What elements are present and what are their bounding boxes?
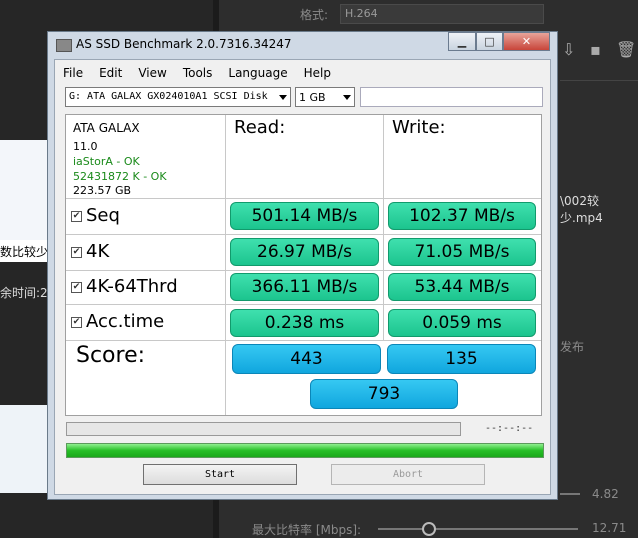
slider-track[interactable] [560, 493, 580, 495]
test-label-cell-4k: ✔ 4K [66, 235, 226, 271]
read-result-seq: 501.14 MB/s [230, 202, 379, 230]
abort-button[interactable]: Abort [331, 464, 485, 485]
slider-value-1: 4.82 [592, 487, 619, 501]
score-label-cell: Score: [66, 341, 226, 415]
drive-capacity: 223.57 GB [73, 184, 132, 197]
background-separator [560, 80, 638, 81]
score-read: 443 [232, 344, 381, 374]
read-cell-seq: 501.14 MB/s [226, 199, 384, 235]
chat-icon[interactable]: ▪ [590, 40, 601, 59]
window-title: AS SSD Benchmark 2.0.7316.34247 [76, 37, 292, 51]
drive-firmware: 11.0 [73, 140, 98, 153]
info-textbox[interactable] [360, 87, 543, 107]
read-result-acctime: 0.238 ms [230, 309, 379, 337]
read-cell-acctime: 0.238 ms [226, 305, 384, 341]
menu-edit[interactable]: Edit [91, 64, 130, 84]
as-ssd-window: AS SSD Benchmark 2.0.7316.34247 ▁ □ ✕ Fi… [47, 31, 558, 500]
test-label-cell-acctime: ✔ Acc.time [66, 305, 226, 341]
close-button[interactable]: ✕ [503, 32, 550, 51]
client-area: File Edit View Tools Language Help G: AT… [54, 59, 551, 495]
read-cell-4k: 26.97 MB/s [226, 235, 384, 271]
write-header: Write: [392, 117, 446, 138]
chevron-down-icon [279, 95, 287, 100]
write-header-cell: Write: [384, 115, 541, 199]
menu-help[interactable]: Help [296, 64, 339, 84]
test-label-seq: Seq [86, 205, 120, 226]
test-label-cell-seq: ✔ Seq [66, 199, 226, 235]
write-result-acctime: 0.059 ms [388, 309, 536, 337]
bitrate-label: 最大比特率 [Mbps]: [252, 523, 362, 537]
read-result-4k64: 366.11 MB/s [230, 273, 379, 301]
checkbox-4k64[interactable]: ✔ [71, 282, 82, 293]
drive-name: ATA GALAX [73, 121, 140, 135]
chevron-down-icon [343, 95, 351, 100]
slider-value-2: 12.71 [592, 521, 627, 535]
checkbox-acctime[interactable]: ✔ [71, 317, 82, 328]
read-header: Read: [234, 117, 286, 138]
background-browser-snippet [0, 140, 47, 240]
write-result-4k64: 53.44 MB/s [388, 273, 536, 301]
file-name-snippet: \002较少.mp4 [560, 194, 603, 225]
score-area: 443 135 793 [226, 341, 541, 415]
results-grid: ATA GALAX 11.0 iaStorA - OK 52431872 K -… [65, 114, 542, 416]
score-label: Score: [76, 343, 146, 368]
score-total: 793 [310, 379, 458, 409]
drive-select[interactable]: G: ATA GALAX GX024010A1 SCSI Disk [65, 87, 291, 107]
size-select-value: 1 GB [299, 91, 326, 104]
test-label-acctime: Acc.time [86, 311, 165, 332]
menu-file[interactable]: File [55, 64, 91, 84]
alignment-status: 52431872 K - OK [73, 170, 167, 183]
minimize-button[interactable]: ▁ [448, 32, 476, 51]
write-cell-4k64: 53.44 MB/s [384, 271, 541, 305]
app-icon [56, 39, 72, 52]
write-cell-4k: 71.05 MB/s [384, 235, 541, 271]
maximize-button[interactable]: □ [476, 32, 503, 51]
menu-view[interactable]: View [130, 64, 174, 84]
start-button[interactable]: Start [143, 464, 297, 485]
bitrate-slider-track[interactable] [378, 528, 578, 530]
write-cell-seq: 102.37 MB/s [384, 199, 541, 235]
background-text-2: 余时间:2 [0, 286, 48, 300]
drive-info-cell: ATA GALAX 11.0 iaStorA - OK 52431872 K -… [66, 115, 226, 199]
format-label: 格式: [300, 8, 329, 22]
background-thumbnail [0, 405, 47, 493]
test-label-4k64: 4K-64Thrd [86, 276, 178, 297]
read-cell-4k64: 366.11 MB/s [226, 271, 384, 305]
checkbox-4k[interactable]: ✔ [71, 247, 82, 258]
test-label-cell-4k64: ✔ 4K-64Thrd [66, 271, 226, 305]
progress-time: --:--:-- [485, 423, 534, 434]
progress-bar [66, 422, 461, 436]
size-select[interactable]: 1 GB [295, 87, 355, 107]
trash-icon[interactable]: 🗑 [616, 40, 636, 59]
background-text-1: 数比较少 [0, 245, 49, 259]
checkbox-seq[interactable]: ✔ [71, 211, 82, 222]
write-cell-acctime: 0.059 ms [384, 305, 541, 341]
test-label-4k: 4K [86, 241, 110, 262]
write-result-seq: 102.37 MB/s [388, 202, 536, 230]
driver-status: iaStorA - OK [73, 155, 140, 168]
score-write: 135 [387, 344, 536, 374]
title-bar[interactable]: AS SSD Benchmark 2.0.7316.34247 ▁ □ ✕ [48, 32, 557, 58]
status-bar-green [66, 443, 544, 458]
download-icon[interactable]: ⇩ [562, 40, 575, 59]
read-result-4k: 26.97 MB/s [230, 238, 379, 266]
format-select[interactable]: H.264 [340, 4, 544, 24]
publish-text: 发布 [560, 340, 585, 354]
menu-tools[interactable]: Tools [175, 64, 221, 84]
drive-select-value: G: ATA GALAX GX024010A1 SCSI Disk [69, 91, 268, 102]
bitrate-slider-knob[interactable] [422, 522, 436, 536]
write-result-4k: 71.05 MB/s [388, 238, 536, 266]
menu-bar: File Edit View Tools Language Help [55, 64, 339, 84]
menu-language[interactable]: Language [220, 64, 295, 84]
read-header-cell: Read: [226, 115, 384, 199]
